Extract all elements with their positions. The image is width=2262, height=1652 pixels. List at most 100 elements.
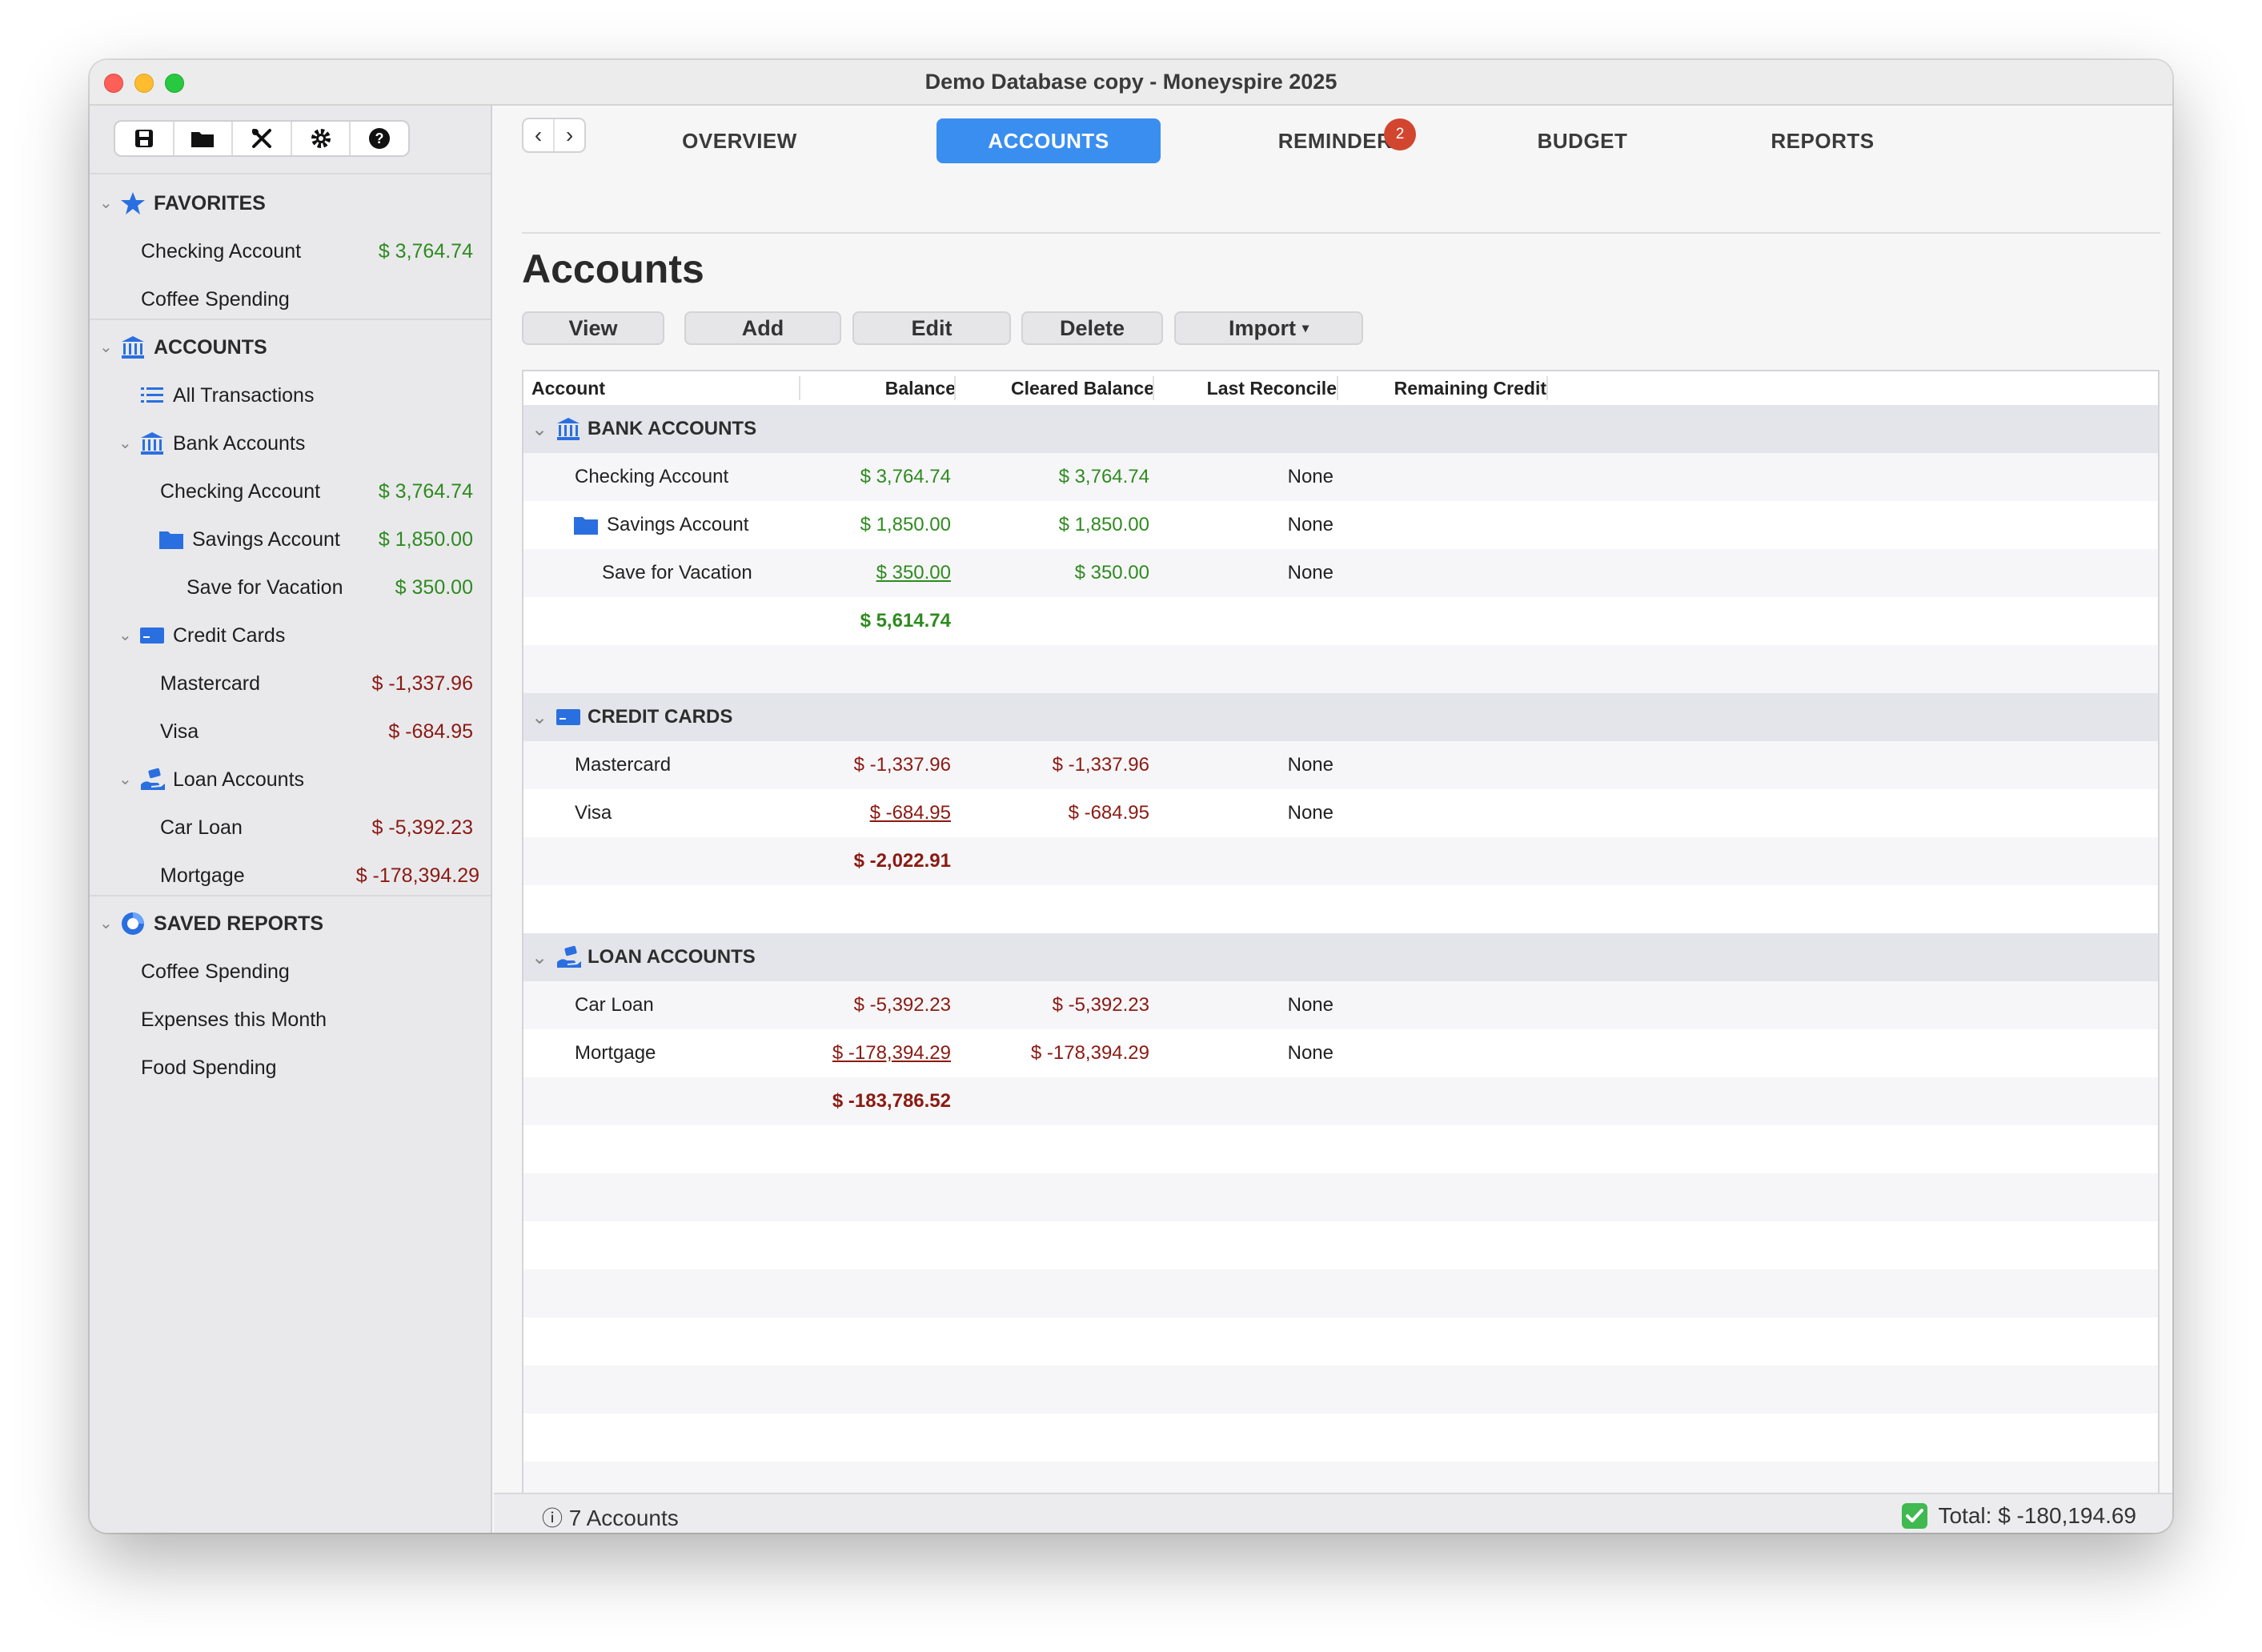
sidebar-item-visa[interactable]: Visa $ -684.95 xyxy=(90,708,492,756)
chevron-down-icon: ⌄ xyxy=(531,419,548,440)
sidebar-section-label: SAVED REPORTS xyxy=(154,912,324,935)
sidebar-divider xyxy=(90,895,491,896)
add-button[interactable]: Add xyxy=(684,311,841,345)
help-button[interactable]: ? xyxy=(351,122,408,155)
status-bar: ⓘ 7 Accounts Total: $ -180,194.69 xyxy=(494,1493,2172,1533)
edit-button[interactable]: Edit xyxy=(852,311,1011,345)
star-icon xyxy=(121,192,145,215)
tab-reports[interactable]: REPORTS xyxy=(1719,118,1927,163)
cell-account: Checking Account xyxy=(575,466,729,487)
sidebar-item-label: Credit Cards xyxy=(173,624,286,647)
report-icon xyxy=(122,912,144,935)
chevron-down-icon: ⌄ xyxy=(531,707,548,728)
cell-account: Mortgage xyxy=(575,1042,656,1064)
sidebar-section-saved-reports[interactable]: ⌄ SAVED REPORTS xyxy=(90,900,492,948)
open-button[interactable] xyxy=(174,122,234,155)
cell-last-reconcile: None xyxy=(1287,466,1334,487)
sidebar-item-label: Coffee Spending xyxy=(141,288,290,311)
sidebar-item-car-loan[interactable]: Car Loan $ -5,392.23 xyxy=(90,804,492,852)
table-row[interactable]: Visa $ -684.95 $ -684.95 None xyxy=(523,789,2158,837)
sidebar-item-vacation[interactable]: Save for Vacation $ 350.00 xyxy=(90,563,492,611)
table-row[interactable]: Mastercard $ -1,337.96 $ -1,337.96 None xyxy=(523,741,2158,789)
tools-icon xyxy=(251,129,271,148)
sidebar-item-bank-accounts[interactable]: ⌄ Bank Accounts xyxy=(90,419,492,467)
cell-balance[interactable]: $ 350.00 xyxy=(876,562,951,584)
save-button[interactable] xyxy=(115,122,174,155)
column-header-cleared-balance[interactable]: Cleared Balance xyxy=(956,371,1154,405)
sidebar-item-label: Mastercard xyxy=(160,672,261,695)
sidebar-item-report[interactable]: Coffee Spending xyxy=(90,948,492,996)
import-button[interactable]: Import ▾ xyxy=(1174,311,1363,345)
column-header-remaining-credit[interactable]: Remaining Credit xyxy=(1338,371,1546,405)
sidebar-item-report[interactable]: Food Spending xyxy=(90,1044,492,1092)
cell-last-reconcile: None xyxy=(1287,802,1334,824)
column-header-balance[interactable]: Balance xyxy=(800,371,956,405)
sidebar-item-all-transactions[interactable]: All Transactions xyxy=(90,371,492,419)
tab-accounts[interactable]: ACCOUNTS xyxy=(936,118,1161,163)
chevron-down-icon: ⌄ xyxy=(99,194,113,212)
chevron-down-icon: ⌄ xyxy=(118,627,132,644)
sidebar-divider xyxy=(90,319,491,320)
sidebar-divider xyxy=(90,173,491,174)
empty-row xyxy=(523,1173,2158,1221)
spacer-row xyxy=(523,645,2158,693)
folder-icon xyxy=(159,531,183,549)
sidebar-toolbar: ? xyxy=(114,120,410,157)
sidebar-item-loan-accounts[interactable]: ⌄ Loan Accounts xyxy=(90,756,492,804)
cell-cleared-balance: $ -684.95 xyxy=(1068,802,1149,824)
sidebar-item-checking[interactable]: Checking Account $ 3,764.74 xyxy=(90,467,492,515)
forward-button[interactable]: › xyxy=(555,119,584,151)
cell-last-reconcile: None xyxy=(1287,754,1334,776)
cell-last-reconcile: None xyxy=(1287,1042,1334,1064)
table-row[interactable]: Mortgage $ -178,394.29 $ -178,394.29 Non… xyxy=(523,1029,2158,1077)
table-row[interactable]: Savings Account $ 1,850.00 $ 1,850.00 No… xyxy=(523,501,2158,549)
sidebar-section-accounts[interactable]: ⌄ ACCOUNTS xyxy=(90,323,492,371)
tools-button[interactable] xyxy=(233,122,292,155)
delete-button[interactable]: Delete xyxy=(1021,311,1163,345)
sidebar-item-label: All Transactions xyxy=(173,384,315,407)
column-header-last-reconcile[interactable]: Last Reconcile xyxy=(1154,371,1337,405)
cell-balance: $ 1,850.00 xyxy=(860,514,951,535)
sidebar-item-favorite-coffee[interactable]: Coffee Spending xyxy=(90,275,492,323)
table-row[interactable]: Save for Vacation $ 350.00 $ 350.00 None xyxy=(523,549,2158,597)
column-header-account[interactable]: Account xyxy=(531,371,605,405)
group-label: CREDIT CARDS xyxy=(588,706,733,728)
table-row[interactable]: Car Loan $ -5,392.23 $ -5,392.23 None xyxy=(523,981,2158,1029)
sidebar-item-mortgage[interactable]: Mortgage $ -178,394.29 xyxy=(90,852,492,900)
credit-card-icon xyxy=(556,709,580,725)
cell-balance[interactable]: $ -684.95 xyxy=(870,802,951,824)
group-row-credit-cards[interactable]: ⌄ CREDIT CARDS xyxy=(523,693,2158,741)
cell-balance: $ -5,392.23 xyxy=(853,994,951,1016)
sidebar-item-savings[interactable]: Savings Account $ 1,850.00 xyxy=(90,515,492,563)
chevron-right-icon: › xyxy=(565,122,574,147)
cell-balance[interactable]: $ -178,394.29 xyxy=(832,1042,951,1065)
tab-reminders[interactable]: REMINDERS xyxy=(1214,118,1470,163)
sidebar: ? ⌄ FAVORITES Checking Account $ 3,764.7… xyxy=(90,106,492,1533)
account-count-label: 7 Accounts xyxy=(568,1506,679,1530)
group-row-bank-accounts[interactable]: ⌄ BANK ACCOUNTS xyxy=(523,405,2158,453)
tab-overview[interactable]: OVERVIEW xyxy=(636,118,844,163)
sidebar-item-label: Savings Account xyxy=(192,528,340,551)
tab-budget[interactable]: BUDGET xyxy=(1478,118,1686,163)
sidebar-section-favorites[interactable]: ⌄ FAVORITES xyxy=(90,179,492,227)
cell-last-reconcile: None xyxy=(1287,994,1334,1016)
sidebar-item-label: Coffee Spending xyxy=(141,960,290,983)
sidebar-item-amount: $ 350.00 xyxy=(395,576,473,599)
grand-total: Total: $ -180,194.69 xyxy=(1901,1502,2136,1530)
settings-button[interactable] xyxy=(292,122,351,155)
sidebar-item-credit-cards[interactable]: ⌄ Credit Cards xyxy=(90,611,492,660)
group-row-loan-accounts[interactable]: ⌄ LOAN ACCOUNTS xyxy=(523,933,2158,981)
sidebar-item-label: Mortgage xyxy=(160,864,245,887)
back-button[interactable]: ‹ xyxy=(523,119,555,151)
view-button[interactable]: View xyxy=(522,311,664,345)
sidebar-item-label: Loan Accounts xyxy=(173,768,305,791)
grand-total-label: Total: $ -180,194.69 xyxy=(1938,1503,2136,1528)
empty-row xyxy=(523,1125,2158,1173)
sidebar-item-favorite-checking[interactable]: Checking Account $ 3,764.74 xyxy=(90,227,492,275)
main-content: ‹ › OVERVIEW ACCOUNTS REMINDERS 2 BUDGET… xyxy=(494,106,2172,1533)
cell-account: Car Loan xyxy=(575,994,654,1016)
chevron-down-icon: ⌄ xyxy=(118,771,132,788)
table-row[interactable]: Checking Account $ 3,764.74 $ 3,764.74 N… xyxy=(523,453,2158,501)
sidebar-item-mastercard[interactable]: Mastercard $ -1,337.96 xyxy=(90,660,492,708)
sidebar-item-report[interactable]: Expenses this Month xyxy=(90,996,492,1044)
